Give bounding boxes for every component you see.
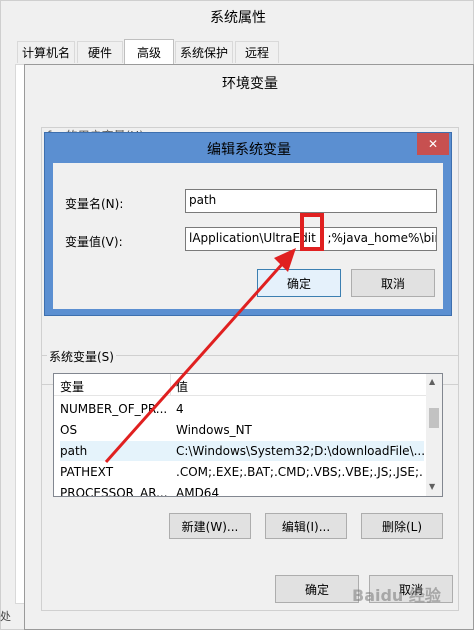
watermark-logo: Baidu 经验 [352,586,441,605]
annotation-arrow-icon [104,248,296,463]
left-edge-text: 处 [0,610,11,623]
